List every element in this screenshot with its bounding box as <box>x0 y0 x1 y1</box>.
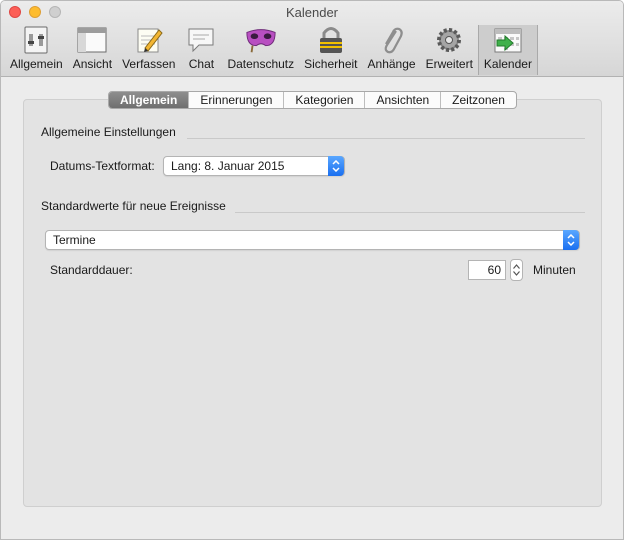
duration-input[interactable]: 60 <box>468 260 506 280</box>
event-type-value: Termine <box>53 233 96 247</box>
tab-zeitzonen[interactable]: Zeitzonen <box>441 92 516 108</box>
separator <box>235 212 585 213</box>
speech-bubble-icon <box>185 25 217 55</box>
toolbar-label: Chat <box>188 57 215 71</box>
preferences-toolbar: Allgemein Ansicht Verfassen Chat Datensc… <box>5 25 538 77</box>
toolbar-label: Anhänge <box>367 57 416 71</box>
paperclip-icon <box>376 25 408 55</box>
section-title-general: Allgemeine Einstellungen <box>41 125 176 139</box>
lock-icon <box>315 25 347 55</box>
window-icon <box>76 25 108 55</box>
tab-bar: Allgemein Erinnerungen Kategorien Ansich… <box>108 91 517 109</box>
toolbar-item-ansicht[interactable]: Ansicht <box>68 25 117 75</box>
preferences-window: Kalender Allgemein Ansicht Verfassen Cha… <box>0 0 624 540</box>
toolbar-item-kalender[interactable]: Kalender <box>477 25 538 75</box>
section-title-defaults: Standardwerte für neue Ereignisse <box>41 199 226 213</box>
tab-kategorien[interactable]: Kategorien <box>284 92 366 108</box>
toolbar-label: Kalender <box>483 57 532 71</box>
toolbar-item-allgemein[interactable]: Allgemein <box>5 25 68 75</box>
toolbar-item-anhaenge[interactable]: Anhänge <box>363 25 421 75</box>
window-title: Kalender <box>285 5 339 20</box>
calendar-icon <box>492 25 524 55</box>
updown-arrows-icon <box>328 156 344 176</box>
toolbar-item-erweitert[interactable]: Erweitert <box>421 25 478 75</box>
updown-arrows-icon <box>563 230 579 250</box>
toolbar-item-sicherheit[interactable]: Sicherheit <box>299 25 362 75</box>
tab-erinnerungen[interactable]: Erinnerungen <box>189 92 285 108</box>
tab-ansichten[interactable]: Ansichten <box>365 92 442 108</box>
duration-stepper[interactable] <box>510 259 523 281</box>
toolbar-label: Datenschutz <box>227 57 295 71</box>
title-bar: Kalender Allgemein Ansicht Verfassen Cha… <box>1 1 623 77</box>
tab-allgemein[interactable]: Allgemein <box>109 92 190 108</box>
toolbar-label: Allgemein <box>10 57 63 71</box>
toolbar-label: Erweitert <box>425 57 473 71</box>
toolbar-item-datenschutz[interactable]: Datenschutz <box>222 25 299 75</box>
separator <box>187 138 585 139</box>
pencil-paper-icon <box>133 25 165 55</box>
duration-unit: Minuten <box>533 263 576 277</box>
toolbar-label: Sicherheit <box>304 57 358 71</box>
date-format-label: Datums-Textformat: <box>50 159 155 173</box>
date-format-popup[interactable]: Lang: 8. Januar 2015 <box>163 156 345 176</box>
toolbar-item-verfassen[interactable]: Verfassen <box>117 25 180 75</box>
stepper-down-icon[interactable] <box>513 271 520 276</box>
date-format-value: Lang: 8. Januar 2015 <box>171 159 285 173</box>
toolbar-label: Ansicht <box>72 57 113 71</box>
duration-label: Standarddauer: <box>50 263 133 277</box>
toolbar-item-chat[interactable]: Chat <box>180 25 222 75</box>
stepper-up-icon[interactable] <box>513 264 520 269</box>
mask-icon <box>245 25 277 55</box>
event-type-popup[interactable]: Termine <box>45 230 580 250</box>
gear-icon <box>433 25 465 55</box>
switch-icon <box>20 25 52 55</box>
toolbar-label: Verfassen <box>122 57 176 71</box>
